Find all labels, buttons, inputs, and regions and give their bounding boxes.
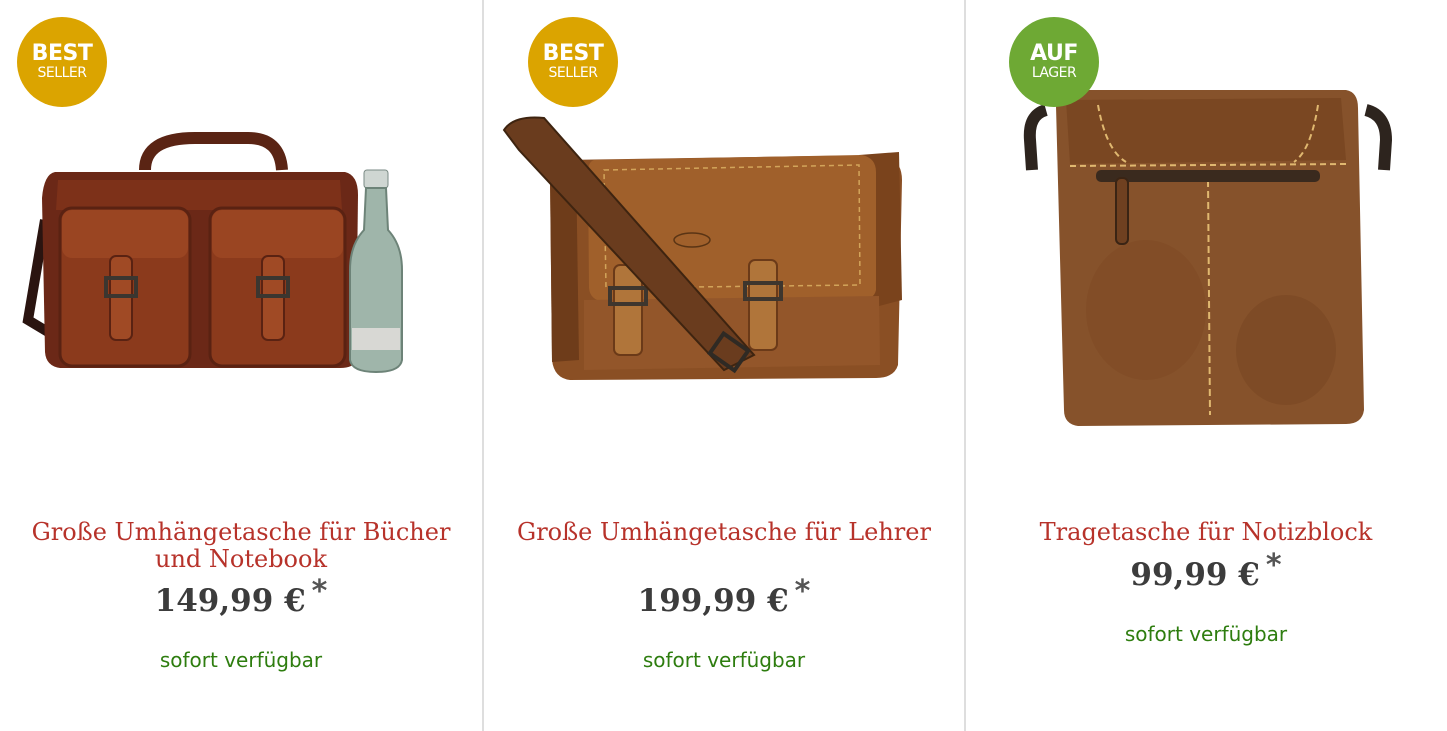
badge-line-1: AUF (1030, 41, 1078, 66)
badge-line-2: LAGER (1031, 65, 1077, 81)
product-card[interactable]: BEST SELLER (482, 0, 964, 731)
product-price: 199,99 € * (484, 574, 964, 619)
availability-status: sofort verfügbar (159, 648, 323, 672)
notepad-bag-image-icon (1023, 90, 1393, 426)
price-value: 149,99 € (154, 583, 306, 619)
badge-line-1: BEST (542, 41, 604, 66)
badge-line-2: SELLER (548, 65, 598, 81)
product-grid: BEST SELLER Große Umhängetasche für Büch… (0, 0, 1447, 731)
product-price: 149,99 € * (0, 574, 482, 619)
product-price: 99,99 € * (966, 548, 1446, 593)
badge-line-2: SELLER (37, 65, 87, 81)
best-seller-badge: BEST SELLER (528, 17, 618, 107)
product-title[interactable]: Tragetasche für Notizblock (996, 519, 1416, 546)
badge-line-1: BEST (31, 41, 93, 66)
product-card[interactable]: AUF LAGER Tragetasche für Notizblock 99,… (964, 0, 1446, 731)
product-title[interactable]: Große Umhängetasche für Lehrer (514, 519, 934, 546)
best-seller-badge: BEST SELLER (17, 17, 107, 107)
availability-status: sofort verfügbar (1124, 622, 1288, 646)
product-image[interactable] (0, 60, 482, 460)
in-stock-badge: AUF LAGER (1009, 17, 1099, 107)
price-footnote-marker: * (311, 574, 328, 609)
product-title[interactable]: Große Umhängetasche für Bücher und Noteb… (30, 519, 452, 573)
product-image[interactable] (484, 60, 966, 460)
price-footnote-marker: * (794, 574, 811, 609)
availability-status: sofort verfügbar (642, 648, 806, 672)
price-value: 99,99 € (1130, 557, 1260, 593)
price-footnote-marker: * (1265, 548, 1282, 583)
price-value: 199,99 € (637, 583, 789, 619)
briefcase-image-icon (22, 132, 403, 374)
messenger-bag-image-icon (502, 116, 902, 380)
product-image[interactable] (966, 60, 1447, 460)
product-card[interactable]: BEST SELLER (0, 0, 482, 731)
